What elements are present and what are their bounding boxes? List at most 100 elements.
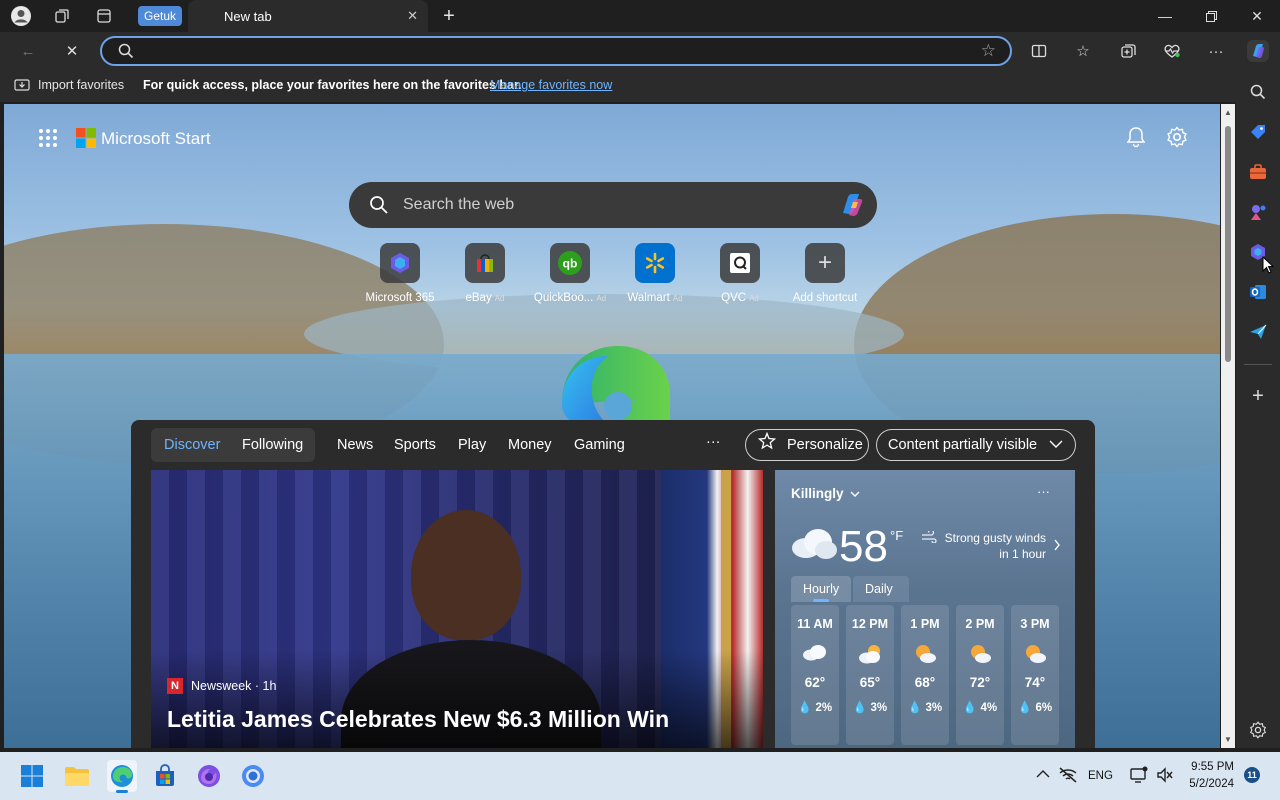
sidebar-settings-icon[interactable]: [1248, 720, 1268, 740]
tab-actions-icon[interactable]: [92, 4, 116, 28]
settings-more-icon[interactable]: ···: [1202, 40, 1230, 62]
content-visibility-label: Content partially visible: [888, 437, 1038, 453]
scroll-up-icon[interactable]: ▲: [1224, 108, 1232, 117]
notifications-icon[interactable]: [1126, 126, 1146, 153]
start-button[interactable]: [18, 762, 46, 790]
hourly-forecast-12pm[interactable]: 12 PM 65° 💧 3%: [846, 605, 894, 745]
close-tab-icon[interactable]: ✕: [407, 8, 418, 24]
favorite-star-icon[interactable]: ☆: [981, 41, 996, 61]
favorites-icon[interactable]: ☆: [1069, 40, 1097, 62]
restore-button[interactable]: [1188, 0, 1234, 32]
minimize-button[interactable]: —: [1142, 0, 1188, 32]
wind-icon: [921, 529, 937, 548]
more-tabs-button[interactable]: ···: [706, 434, 721, 450]
tab-hourly[interactable]: Hourly: [791, 576, 851, 602]
quickbooks-icon: qb: [550, 243, 590, 283]
import-favorites-button[interactable]: Import favorites: [38, 78, 124, 92]
tab-news[interactable]: News: [337, 437, 373, 453]
shortcut-label: QuickBoo...: [533, 292, 594, 304]
shortcut-label: QVC: [721, 292, 747, 304]
top-story-card[interactable]: N Newsweek · 1h Letitia James Celebrates…: [151, 470, 763, 748]
new-tab-button[interactable]: +: [437, 4, 461, 28]
tab-money[interactable]: Money: [508, 437, 552, 453]
microsoft-store-icon[interactable]: [151, 762, 179, 790]
qvc-icon: [720, 243, 760, 283]
hourly-forecast-1pm[interactable]: 1 PM 68° 💧 3%: [901, 605, 949, 745]
weather-alert-line2[interactable]: in 1 hour: [999, 547, 1046, 561]
clock-time[interactable]: 9:55 PM: [1191, 761, 1234, 773]
weather-alert-line1[interactable]: Strong gusty winds: [945, 531, 1046, 545]
edge-sidebar: +: [1236, 70, 1280, 748]
tab-group-label[interactable]: Getuk: [138, 6, 183, 26]
collections-icon[interactable]: [1114, 40, 1142, 62]
hour-temp: 74°: [1024, 675, 1046, 690]
scroll-down-icon[interactable]: ▼: [1224, 735, 1232, 744]
tab-gaming[interactable]: Gaming: [574, 437, 625, 453]
tools-icon[interactable]: [1248, 162, 1268, 182]
shopping-tag-icon[interactable]: [1248, 122, 1268, 142]
page-settings-icon[interactable]: [1166, 126, 1188, 153]
browser-essentials-icon[interactable]: [1158, 40, 1186, 62]
partly-sunny-icon: [1011, 643, 1059, 665]
brand-title[interactable]: Microsoft Start: [101, 129, 211, 149]
language-indicator[interactable]: ENG: [1088, 770, 1113, 782]
tab-daily[interactable]: Daily: [853, 576, 909, 602]
edge-taskbar-icon[interactable]: [107, 760, 137, 793]
copilot-icon[interactable]: [837, 191, 867, 224]
close-window-button[interactable]: ✕: [1234, 0, 1280, 32]
app-launcher-icon[interactable]: [38, 128, 58, 153]
hour-precip: 2%: [815, 702, 833, 714]
tab-new-tab[interactable]: New tab ✕: [188, 0, 428, 32]
tab-play[interactable]: Play: [458, 437, 486, 453]
hourly-forecast-11am[interactable]: 11 AM 62° 💧 2%: [791, 605, 839, 745]
workspaces-icon[interactable]: [50, 4, 74, 28]
outlook-icon[interactable]: [1248, 282, 1268, 302]
chevron-right-icon[interactable]: [1053, 538, 1061, 556]
add-shortcut-button[interactable]: + Add shortcut: [775, 243, 875, 304]
back-icon[interactable]: ←: [14, 40, 42, 62]
profile-icon[interactable]: [9, 4, 33, 28]
clock-date[interactable]: 5/2/2024: [1189, 778, 1234, 790]
tab-following[interactable]: Following: [242, 437, 303, 453]
address-input[interactable]: [146, 42, 946, 60]
tab-discover[interactable]: Discover: [164, 437, 220, 453]
chevron-down-icon: [1049, 430, 1063, 460]
sound-muted-icon[interactable]: [1156, 766, 1174, 789]
temperature-unit[interactable]: °F: [890, 528, 903, 543]
notification-count-badge[interactable]: 11: [1244, 767, 1260, 783]
walmart-icon: [635, 243, 675, 283]
sidebar-divider: [1244, 364, 1272, 365]
page-scrollbar[interactable]: ▲ ▼: [1221, 104, 1235, 748]
manage-favorites-link[interactable]: Manage favorites now: [490, 78, 612, 92]
cloudy-icon: [790, 526, 838, 565]
drop-send-icon[interactable]: [1248, 322, 1268, 342]
search-icon[interactable]: [1248, 82, 1268, 102]
new-tab-page: Microsoft Start Search the web Microsoft…: [4, 104, 1220, 748]
weather-more-button[interactable]: ···: [1037, 484, 1050, 499]
firefox-icon[interactable]: [195, 762, 223, 790]
weather-location[interactable]: Killingly: [791, 486, 844, 501]
hourly-forecast-3pm[interactable]: 3 PM 74° 💧 6%: [1011, 605, 1059, 745]
tab-sports[interactable]: Sports: [394, 437, 436, 453]
hourly-forecast-2pm[interactable]: 2 PM 72° 💧 4%: [956, 605, 1004, 745]
games-icon[interactable]: [1248, 202, 1268, 222]
add-sidebar-app-icon[interactable]: +: [1248, 385, 1268, 407]
chrome-icon[interactable]: [239, 762, 267, 790]
split-screen-icon[interactable]: [1025, 40, 1053, 62]
show-hidden-icons-button[interactable]: [1036, 768, 1050, 782]
file-explorer-icon[interactable]: [63, 762, 91, 790]
hour-time: 12 PM: [851, 617, 889, 631]
address-bar[interactable]: ☆: [100, 36, 1012, 66]
weather-card[interactable]: Killingly ··· 58 °F Strong gusty winds i…: [775, 470, 1075, 748]
story-headline[interactable]: Letitia James Celebrates New $6.3 Millio…: [167, 706, 669, 733]
display-icon[interactable]: [1130, 766, 1148, 789]
copilot-icon[interactable]: [1244, 40, 1272, 62]
scrollbar-thumb[interactable]: [1225, 126, 1231, 362]
partly-sunny-icon: [901, 643, 949, 665]
stop-loading-icon[interactable]: ✕: [58, 40, 86, 62]
content-visibility-dropdown[interactable]: Content partially visible: [876, 429, 1076, 461]
personalize-button[interactable]: Personalize: [745, 429, 869, 461]
chevron-down-icon[interactable]: [849, 486, 861, 504]
network-offline-icon[interactable]: [1058, 766, 1078, 789]
web-search-box[interactable]: Search the web: [349, 182, 877, 228]
